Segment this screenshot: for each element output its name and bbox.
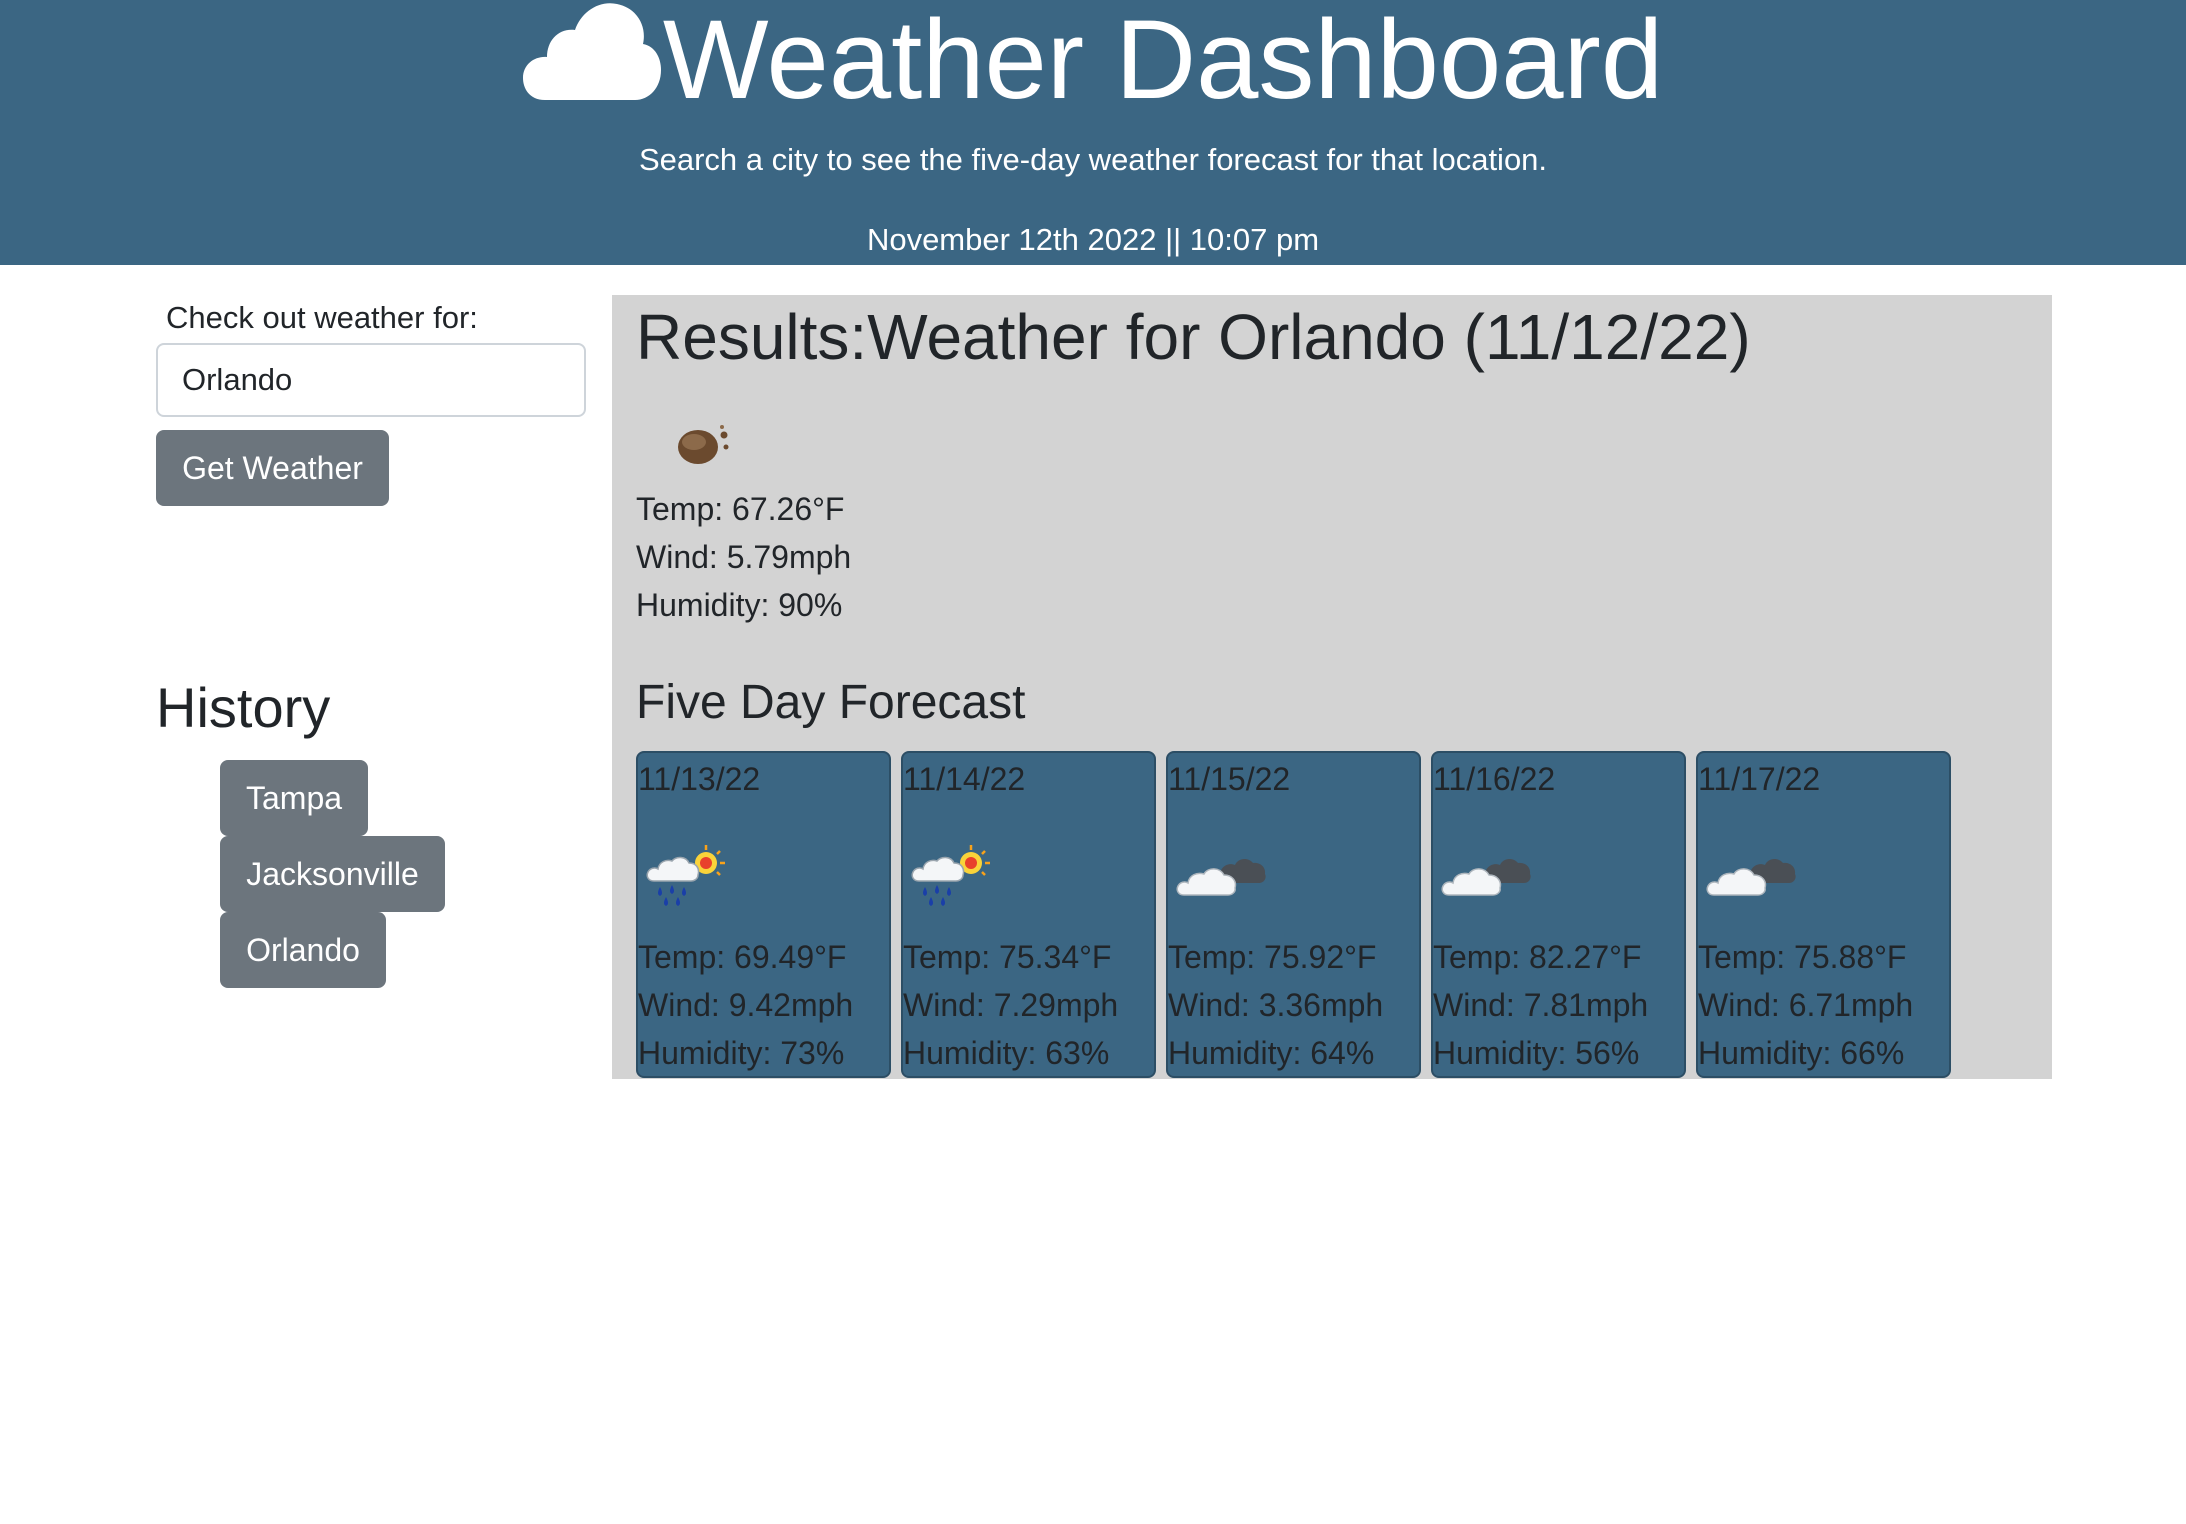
clouds-icon (1706, 845, 1798, 914)
history-item-orlando[interactable]: Orlando (220, 912, 386, 988)
current-wind: Wind: 5.79mph (636, 539, 852, 575)
forecast-temp: Temp: 75.88°F (1698, 939, 1907, 975)
city-search-input[interactable] (156, 343, 586, 417)
forecast-wind: Wind: 6.71mph (1698, 987, 1914, 1023)
forecast-temp: Temp: 75.34°F (903, 939, 1112, 975)
current-humidity: Humidity: 90% (636, 587, 843, 623)
forecast-card: 11/13/22 Temp: 69.49°F Wind: 9.42mph Hum… (636, 751, 891, 1078)
forecast-humidity: Humidity: 63% (903, 1035, 1110, 1071)
history-heading: History (156, 676, 331, 739)
forecast-temp: Temp: 69.49°F (638, 939, 847, 975)
get-weather-button[interactable]: Get Weather (156, 430, 389, 506)
current-datetime: November 12th 2022 || 10:07 pm (866, 222, 1320, 257)
clouds-icon (1176, 845, 1268, 914)
forecast-wind: Wind: 9.42mph (638, 987, 854, 1023)
sun-rain-icon (646, 845, 730, 914)
results-title: Results:Weather for Orlando (11/12/22) (636, 301, 1751, 373)
forecast-date: 11/13/22 (638, 761, 761, 797)
forecast-date: 11/17/22 (1698, 761, 1821, 797)
forecast-wind: Wind: 7.29mph (903, 987, 1119, 1023)
forecast-wind: Wind: 3.36mph (1168, 987, 1384, 1023)
forecast-humidity: Humidity: 66% (1698, 1035, 1905, 1071)
forecast-humidity: Humidity: 64% (1168, 1035, 1375, 1071)
forecast-temp: Temp: 82.27°F (1433, 939, 1642, 975)
forecast-card: 11/14/22 Temp: 75.34°F Wind: 7.29mph Hum… (901, 751, 1156, 1078)
clouds-icon (1441, 845, 1533, 914)
cloud-icon (522, 0, 661, 100)
search-label: Check out weather for: (166, 300, 478, 335)
header: Weather Dashboard Search a city to see t… (0, 0, 2186, 265)
history-item-tampa[interactable]: Tampa (220, 760, 368, 836)
forecast-heading: Five Day Forecast (636, 676, 1026, 729)
forecast-date: 11/15/22 (1168, 761, 1291, 797)
forecast-card: 11/16/22 Temp: 82.27°F Wind: 7.81mph Hum… (1431, 751, 1686, 1078)
forecast-date: 11/16/22 (1433, 761, 1556, 797)
forecast-card: 11/17/22 Temp: 75.88°F Wind: 6.71mph Hum… (1696, 751, 1951, 1078)
forecast-temp: Temp: 75.92°F (1168, 939, 1377, 975)
forecast-humidity: Humidity: 73% (638, 1035, 845, 1071)
page-title: Weather Dashboard (0, 0, 2186, 116)
forecast-card: 11/15/22 Temp: 75.92°F Wind: 3.36mph Hum… (1166, 751, 1421, 1078)
results-panel: Results:Weather for Orlando (11/12/22) T… (612, 295, 2052, 1079)
current-temp: Temp: 67.26°F (636, 491, 845, 527)
page-subtitle: Search a city to see the five-day weathe… (638, 142, 1548, 177)
history-item-jacksonville[interactable]: Jacksonville (220, 836, 445, 912)
title-text: Weather Dashboard (662, 0, 1664, 122)
mist-icon (662, 405, 742, 490)
forecast-date: 11/14/22 (903, 761, 1026, 797)
forecast-humidity: Humidity: 56% (1433, 1035, 1640, 1071)
forecast-wind: Wind: 7.81mph (1433, 987, 1649, 1023)
sun-rain-icon (911, 845, 995, 914)
